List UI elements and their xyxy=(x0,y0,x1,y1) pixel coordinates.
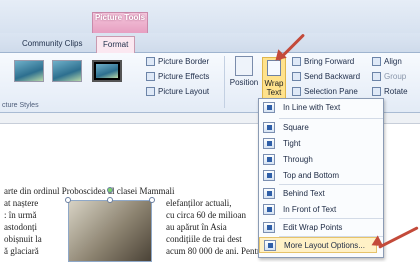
menu-item-behind-text[interactable]: Behind Text xyxy=(259,185,383,201)
picture-style-thumb-2[interactable] xyxy=(52,60,82,82)
layout-options-icon xyxy=(264,239,276,251)
picture-border-icon xyxy=(146,57,155,66)
align-icon xyxy=(372,57,381,66)
through-wrap-icon xyxy=(263,153,275,165)
selection-pane-icon xyxy=(292,87,301,96)
menu-item-more-layout-options[interactable]: More Layout Options... xyxy=(259,237,377,253)
title-bar xyxy=(0,0,420,33)
wrap-text-label-2: Text xyxy=(266,88,282,97)
selection-pane-button[interactable]: Selection Pane xyxy=(292,87,358,96)
menu-item-square[interactable]: Square xyxy=(259,119,383,135)
menu-item-edit-wrap-points[interactable]: Edit Wrap Points xyxy=(259,219,383,235)
picture-tools-label: Picture Tools xyxy=(94,13,146,22)
wrap-text-label: Wrap xyxy=(264,79,284,88)
group-button[interactable]: Group xyxy=(372,72,406,81)
selected-picture[interactable] xyxy=(68,200,152,262)
resize-handle[interactable] xyxy=(149,197,155,203)
top-bottom-wrap-icon xyxy=(263,169,275,181)
picture-border-button[interactable]: Picture Border xyxy=(146,57,209,66)
picture-layout-icon xyxy=(146,87,155,96)
send-backward-button[interactable]: Send Backward xyxy=(292,72,360,81)
menu-item-in-line-with-text[interactable]: In Line with Text xyxy=(259,99,383,115)
doc-line-9: condițiile de trai dest xyxy=(166,234,242,244)
doc-line-3: elefanților actuali, xyxy=(166,198,232,208)
picture-layout-button[interactable]: Picture Layout xyxy=(146,87,209,96)
menu-item-in-front-of-text[interactable]: In Front of Text xyxy=(259,201,383,217)
ribbon-separator xyxy=(224,56,225,108)
bring-forward-button[interactable]: Bring Forward xyxy=(292,57,354,66)
menu-item-through[interactable]: Through xyxy=(259,151,383,167)
doc-line-7: au apărut în Asia xyxy=(166,222,227,232)
align-button[interactable]: Align xyxy=(372,57,402,66)
doc-line-6: astodonți xyxy=(4,222,37,232)
rotate-icon xyxy=(372,87,381,96)
tab-format[interactable]: Format xyxy=(96,36,136,53)
in-front-text-icon xyxy=(263,203,275,215)
position-icon xyxy=(235,56,253,76)
doc-line-11: acum 80 000 de ani. Pentru a xyxy=(166,246,271,256)
picture-style-thumb-1[interactable] xyxy=(14,60,44,82)
menu-item-tight[interactable]: Tight xyxy=(259,135,383,151)
behind-text-icon xyxy=(263,187,275,199)
square-wrap-icon xyxy=(263,121,275,133)
tight-wrap-icon xyxy=(263,137,275,149)
rotate-handle[interactable] xyxy=(107,187,113,193)
doc-line-10: ă glaciară xyxy=(4,246,39,256)
picture-effects-icon xyxy=(146,72,155,81)
doc-line-8: obișnuit la xyxy=(4,234,42,244)
tab-community-clips[interactable]: Community Clips xyxy=(16,36,88,53)
group-icon xyxy=(372,72,381,81)
in-line-icon xyxy=(263,101,275,113)
doc-line-1: arte din ordinul Proboscidea al clasei M… xyxy=(4,186,175,196)
doc-line-2: at naștere xyxy=(4,198,39,208)
rotate-button[interactable]: Rotate xyxy=(372,87,408,96)
doc-line-4: : în urmă xyxy=(4,210,37,220)
picture-style-thumb-3[interactable] xyxy=(92,60,122,82)
doc-line-5: cu circa 60 de milioan xyxy=(166,210,246,220)
send-backward-icon xyxy=(292,72,301,81)
menu-item-top-and-bottom[interactable]: Top and Bottom xyxy=(259,167,383,183)
edit-wrap-points-icon xyxy=(263,221,275,233)
bring-forward-icon xyxy=(292,57,301,66)
resize-handle[interactable] xyxy=(107,197,113,203)
picture-styles-group-label: cture Styles xyxy=(2,102,39,109)
resize-handle[interactable] xyxy=(65,197,71,203)
position-button[interactable]: Position xyxy=(228,56,260,87)
picture-effects-button[interactable]: Picture Effects xyxy=(146,72,209,81)
